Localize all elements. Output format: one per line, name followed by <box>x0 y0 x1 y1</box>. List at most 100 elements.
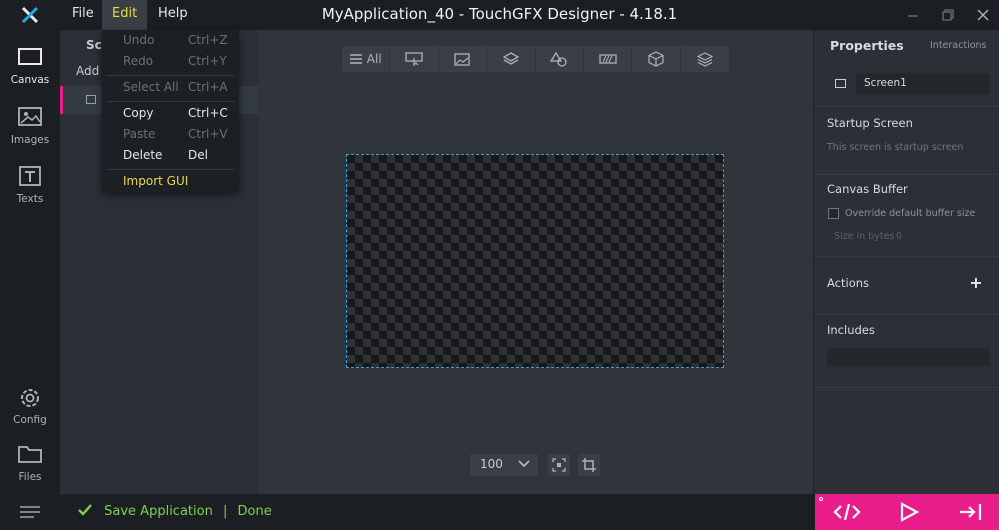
hamburger-icon <box>20 506 40 518</box>
filter-shapes[interactable] <box>536 46 584 72</box>
run-target-button[interactable] <box>941 494 999 530</box>
menu-help[interactable]: Help <box>148 0 198 30</box>
startup-screen-heading: Startup Screen <box>827 116 913 130</box>
filter-all-button[interactable]: All <box>342 46 391 72</box>
fit-to-screen-button[interactable] <box>548 454 570 476</box>
nav-files[interactable]: Files <box>0 435 60 491</box>
menu-item-label: Select All <box>123 80 179 94</box>
menu-item-label: Delete <box>123 148 163 162</box>
includes-field[interactable] <box>827 348 990 366</box>
canvas-area: All 100 <box>258 30 813 494</box>
restore-button[interactable] <box>930 0 966 30</box>
menu-item-shortcut: Del <box>188 148 208 162</box>
gear-icon <box>21 389 39 407</box>
check-icon <box>78 504 92 516</box>
widget-toolbar: All <box>342 46 729 72</box>
divider <box>814 256 999 257</box>
menu-item-redo[interactable]: Redo Ctrl+Y <box>102 53 239 73</box>
menu-item-label: Redo <box>123 54 154 68</box>
fit-screen-icon <box>552 458 566 472</box>
menu-item-shortcut: Ctrl+Y <box>188 54 227 68</box>
canvas-buffer-heading: Canvas Buffer <box>827 182 908 196</box>
screen-icon <box>86 95 96 104</box>
menu-item-paste[interactable]: Paste Ctrl+V <box>102 126 239 146</box>
nav-files-label: Files <box>18 471 42 483</box>
close-icon <box>977 9 989 21</box>
menu-item-shortcut: Ctrl+C <box>188 106 228 120</box>
nav-config-label: Config <box>13 414 47 426</box>
restore-icon <box>942 9 954 21</box>
status-result: Done <box>237 504 272 519</box>
cube-icon <box>648 51 664 67</box>
nav-texts-label: Texts <box>16 193 44 205</box>
selection-accent <box>60 86 63 114</box>
nav-texts[interactable]: Texts <box>0 157 60 213</box>
filter-buttons[interactable] <box>390 46 439 72</box>
actions-heading: Actions <box>827 276 870 290</box>
size-in-bytes-value: 0 <box>896 231 903 242</box>
menu-item-copy[interactable]: Copy Ctrl+C <box>102 105 239 125</box>
menu-item-label: Copy <box>123 106 154 120</box>
menu-edit[interactable]: Edit <box>102 0 148 30</box>
crop-icon <box>582 458 596 472</box>
override-buffer-checkbox[interactable] <box>828 208 839 219</box>
status-separator: | <box>222 504 228 519</box>
text-icon <box>19 166 41 186</box>
list-icon <box>349 54 362 64</box>
menu-item-import-gui[interactable]: Import GUI <box>102 173 239 193</box>
screen-name-field[interactable]: Screen1 <box>856 73 990 95</box>
progress-icon <box>598 54 617 64</box>
crop-button[interactable] <box>578 454 600 476</box>
status-bar: Save Application | Done <box>0 494 999 530</box>
menu-item-undo[interactable]: Undo Ctrl+Z <box>102 32 239 52</box>
canvas-icon <box>18 48 42 65</box>
add-action-button[interactable]: + <box>964 274 988 294</box>
startup-screen-text: This screen is startup screen <box>827 142 964 153</box>
override-buffer-label: Override default buffer size <box>845 208 976 219</box>
image-icon <box>18 107 42 126</box>
nav-images[interactable]: Images <box>0 98 60 154</box>
divider <box>814 387 999 388</box>
play-icon <box>900 502 919 522</box>
chevron-down-icon <box>518 460 530 468</box>
tab-properties[interactable]: Properties <box>830 38 904 53</box>
minimize-icon <box>908 15 918 17</box>
generate-code-button[interactable] <box>817 494 877 530</box>
menu-item-label: Paste <box>123 127 156 141</box>
menu-separator <box>106 101 235 102</box>
menu-item-select-all[interactable]: Select All Ctrl+A <box>102 79 239 99</box>
minimize-button[interactable] <box>895 0 931 30</box>
menu-separator <box>106 75 235 76</box>
menu-separator <box>106 169 235 170</box>
filter-progress[interactable] <box>584 46 633 72</box>
menu-button[interactable] <box>0 494 60 530</box>
divider <box>814 314 999 315</box>
nav-canvas-label: Canvas <box>10 74 50 86</box>
close-button[interactable] <box>965 0 999 30</box>
nav-config[interactable]: Config <box>0 378 60 434</box>
size-in-bytes-label: Size in bytes <box>834 231 895 242</box>
menu-item-shortcut: Ctrl+V <box>188 127 228 141</box>
filter-containers[interactable] <box>487 46 536 72</box>
status-text: Save Application <box>104 504 213 519</box>
filter-misc[interactable] <box>681 46 729 72</box>
filter-images[interactable] <box>439 46 488 72</box>
tab-interactions[interactable]: Interactions <box>930 40 987 51</box>
zoom-value: 100 <box>480 457 503 471</box>
button-icon <box>405 52 423 66</box>
action-strip <box>815 494 999 530</box>
menu-item-delete[interactable]: Delete Del <box>102 147 239 167</box>
layers-icon <box>502 52 519 65</box>
folder-icon <box>18 446 42 463</box>
status-message: Save Application | Done <box>78 494 272 530</box>
nav-canvas[interactable]: Canvas <box>0 38 60 94</box>
menu-file[interactable]: File <box>62 0 104 30</box>
nav-images-label: Images <box>10 134 50 146</box>
screen-canvas[interactable] <box>346 154 724 368</box>
filter-3d[interactable] <box>632 46 681 72</box>
run-simulator-button[interactable] <box>879 494 939 530</box>
divider <box>814 174 999 175</box>
zoom-select[interactable]: 100 <box>470 454 538 476</box>
shapes-icon <box>550 51 567 67</box>
menu-item-shortcut: Ctrl+A <box>188 80 228 94</box>
